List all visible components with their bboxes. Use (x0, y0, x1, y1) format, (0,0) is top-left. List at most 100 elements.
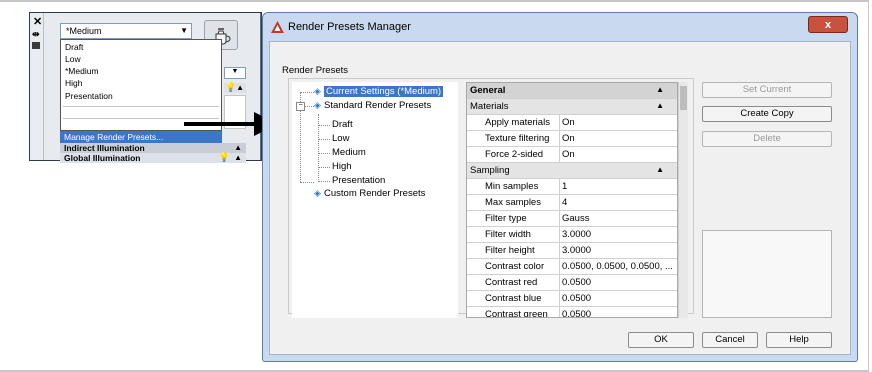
mini-combo[interactable]: ▼ (224, 67, 246, 79)
preset-thumbnail-box (702, 230, 832, 318)
property-value[interactable]: 1 (562, 181, 567, 192)
collapse-icon[interactable]: ▲ (234, 143, 242, 152)
column-divider (559, 307, 560, 317)
scrollbar-thumb[interactable] (680, 86, 687, 110)
collapse-icon[interactable]: ▲ (656, 85, 664, 94)
section-general[interactable]: General ▲ (467, 83, 677, 99)
cancel-button[interactable]: Cancel (702, 332, 758, 348)
property-value[interactable]: 0.0500, 0.0500, 0.0500, ... (562, 261, 673, 272)
property-row[interactable]: Max samples 4 (467, 195, 677, 211)
section-label: General (470, 85, 506, 96)
column-divider (559, 291, 560, 307)
tree-item-custom-presets[interactable]: Custom Render Presets (324, 188, 425, 199)
collapse-icon[interactable]: ▲ (656, 165, 664, 174)
property-value[interactable]: 0.0500 (562, 277, 591, 288)
section-label: Materials (470, 101, 509, 112)
dropdown-item[interactable]: Presentation (65, 91, 113, 101)
auto-hide-icon[interactable]: ⇹ (32, 29, 40, 40)
property-row[interactable]: Filter width 3.0000 (467, 227, 677, 243)
property-value[interactable]: On (562, 117, 575, 128)
column-divider (559, 259, 560, 275)
properties-icon[interactable] (32, 42, 40, 49)
column-divider (559, 115, 560, 131)
palette-title-strip: ✕ ⇹ (30, 13, 44, 160)
section-sampling[interactable]: Sampling ▲ (467, 163, 677, 179)
tree-item-medium[interactable]: Medium (332, 147, 366, 158)
property-row[interactable]: Filter type Gauss (467, 211, 677, 227)
teapot-icon: ◈ (314, 86, 321, 96)
close-button[interactable]: x (808, 16, 848, 33)
ok-button[interactable]: OK (628, 332, 694, 348)
tree-connector (300, 92, 314, 93)
property-row[interactable]: Contrast red 0.0500 (467, 275, 677, 291)
render-preset-combo[interactable]: *Medium ▼ (60, 23, 192, 39)
property-value[interactable]: On (562, 149, 575, 160)
property-label: Contrast blue (485, 293, 542, 304)
property-value[interactable]: 0.0500 (562, 293, 591, 304)
help-button[interactable]: Help (766, 332, 832, 348)
combo-value: *Medium (66, 26, 102, 36)
dropdown-item[interactable]: Low (65, 54, 81, 64)
tree-item-low[interactable]: Low (332, 133, 349, 144)
property-label: Filter height (485, 245, 535, 256)
tree-connector (318, 125, 330, 126)
property-label: Filter type (485, 213, 527, 224)
teapot-icon: ◈ (314, 100, 321, 110)
collapse-icon[interactable]: − (296, 102, 305, 111)
collapse-icon[interactable]: ▲ (656, 101, 664, 110)
dropdown-item[interactable]: High (65, 78, 82, 88)
section-materials[interactable]: Materials ▲ (467, 99, 677, 115)
tree-connector (318, 139, 330, 140)
tree-item-presentation[interactable]: Presentation (332, 175, 385, 186)
property-value[interactable]: 3.0000 (562, 229, 591, 240)
properties-scrollbar[interactable] (678, 82, 688, 318)
tree-item-high[interactable]: High (332, 161, 352, 172)
dropdown-separator (63, 106, 219, 107)
property-value[interactable]: 0.0500 (562, 309, 591, 317)
section-label: Sampling (470, 165, 510, 176)
property-row[interactable]: Filter height 3.0000 (467, 243, 677, 259)
collapse-icon[interactable]: ▲ (234, 153, 242, 162)
column-divider (559, 211, 560, 227)
close-icon[interactable]: ✕ (33, 15, 42, 28)
create-copy-button[interactable]: Create Copy (702, 106, 832, 122)
property-label: Min samples (485, 181, 539, 192)
property-row[interactable]: Force 2-sided On (467, 147, 677, 163)
dropdown-item[interactable]: *Medium (65, 66, 99, 76)
tree-connector (300, 182, 314, 183)
column-divider (559, 243, 560, 259)
property-value[interactable]: 3.0000 (562, 245, 591, 256)
tree-connector (318, 167, 330, 168)
dropdown-item[interactable]: Draft (65, 42, 83, 52)
property-value[interactable]: On (562, 133, 575, 144)
property-value[interactable]: 4 (562, 197, 567, 208)
property-label: Contrast color (485, 261, 545, 272)
mini-row: 💡 ▲ (224, 82, 246, 93)
properties-grid: General ▲ Materials ▲ Apply materials On… (466, 82, 678, 318)
palette-row-global[interactable]: Global Illumination 💡 ▲ (60, 152, 246, 163)
bulb-icon: 💡 (218, 152, 230, 162)
property-row[interactable]: Texture filtering On (467, 131, 677, 147)
property-row[interactable]: Contrast green 0.0500 (467, 307, 677, 318)
property-label: Apply materials (485, 117, 550, 128)
delete-button[interactable]: Delete (702, 131, 832, 147)
column-divider (559, 227, 560, 243)
tree-item-draft[interactable]: Draft (332, 119, 353, 130)
tree-item-standard-presets[interactable]: Standard Render Presets (324, 100, 431, 111)
property-value[interactable]: Gauss (562, 213, 589, 224)
property-row[interactable]: Contrast color 0.0500, 0.0500, 0.0500, .… (467, 259, 677, 275)
collapse-icon[interactable]: ▲ (236, 83, 244, 92)
property-row[interactable]: Min samples 1 (467, 179, 677, 195)
set-current-button[interactable]: Set Current (702, 82, 832, 98)
property-row[interactable]: Apply materials On (467, 115, 677, 131)
property-label: Contrast green (485, 309, 548, 318)
column-divider (559, 275, 560, 291)
property-row[interactable]: Contrast blue 0.0500 (467, 291, 677, 307)
row-label: Indirect Illumination (64, 143, 145, 153)
tree-item-current-settings[interactable]: Current Settings (*Medium) (324, 86, 444, 97)
property-label: Max samples (485, 197, 541, 208)
chevron-down-icon[interactable]: ▼ (180, 26, 188, 35)
column-divider (559, 195, 560, 211)
tree-connector (318, 153, 330, 154)
column-divider (559, 179, 560, 195)
